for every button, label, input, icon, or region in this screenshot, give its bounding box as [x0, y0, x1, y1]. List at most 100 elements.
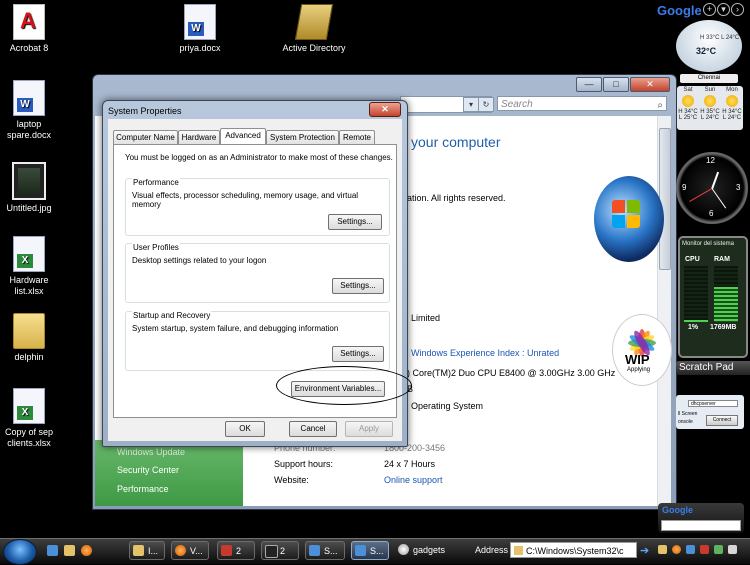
support-value-hours: 24 x 7 Hours: [384, 459, 436, 469]
sun-icon: [726, 95, 738, 107]
desktop-icon-sep-clients[interactable]: X Copy of sep clients.xlsx: [0, 388, 62, 449]
processor-value: ) Core(TM)2 Duo CPU E8400 @ 3.00GHz 3.00…: [407, 368, 616, 378]
highlight-circle: [276, 366, 412, 405]
chevron-down-icon[interactable]: ▾: [717, 3, 730, 16]
taskbar-button[interactable]: S...: [305, 541, 345, 560]
tab-system-protection[interactable]: System Protection: [266, 130, 339, 144]
user-profiles-group: User Profiles Desktop settings related t…: [125, 243, 390, 303]
admin-note: You must be logged on as an Administrato…: [125, 153, 393, 162]
performance-settings-button[interactable]: Settings...: [328, 214, 382, 230]
chevron-right-icon[interactable]: ›: [731, 3, 744, 16]
desktop-icon-delphin[interactable]: delphin: [0, 313, 62, 363]
desktop-icon-laptop-spare[interactable]: W laptop spare.docx: [0, 80, 62, 141]
desktop-icon-label: Untitled.jpg: [6, 203, 52, 213]
tab-remote[interactable]: Remote: [339, 130, 375, 144]
start-button[interactable]: [3, 539, 37, 565]
address-toolbar-input[interactable]: C:\Windows\System32\c: [510, 542, 637, 558]
desktop-icon-label: Active Directory: [282, 43, 346, 53]
taskbar-button[interactable]: V...: [171, 541, 209, 560]
remote-desktop-gadget[interactable]: dhcpserver ll Screen onsole Connect: [676, 395, 744, 429]
rdp-option-label: ll Screen: [678, 411, 698, 417]
dialog-close-button[interactable]: ✕: [369, 102, 401, 117]
windows-experience-index-link[interactable]: Windows Experience Index : Unrated: [411, 348, 559, 358]
refresh-icon[interactable]: ↻: [478, 97, 494, 112]
see-also-panel: Windows Update Security Center Performan…: [95, 440, 243, 506]
desktop-icon-hardware-list[interactable]: X Hardware list.xlsx: [0, 236, 62, 297]
tray-icon[interactable]: [728, 545, 737, 554]
folder-icon: [514, 546, 523, 555]
tray-icon[interactable]: [700, 545, 709, 554]
desktop-icon-acrobat[interactable]: A Acrobat 8: [0, 4, 62, 54]
user-profiles-settings-button[interactable]: Settings...: [332, 278, 384, 294]
tray-icon[interactable]: [686, 545, 695, 554]
minimize-button[interactable]: —: [576, 77, 602, 92]
group-description: System startup, system failure, and debu…: [132, 324, 339, 333]
google-search-input[interactable]: [661, 520, 741, 531]
weather-forecast: Sat H 34°C L 25°C Sun H 35°C L 24°C Mon H …: [677, 86, 743, 130]
dialog-title: System Properties: [108, 106, 182, 116]
tray-icon[interactable]: [714, 545, 723, 554]
image-file-icon: [12, 162, 46, 200]
startup-settings-button[interactable]: Settings...: [332, 346, 384, 362]
firefox-icon[interactable]: [81, 545, 92, 556]
scratch-pad-gadget[interactable]: Scratch Pad: [676, 361, 750, 375]
cancel-button[interactable]: Cancel: [289, 421, 337, 437]
performance-group: Performance Visual effects, processor sc…: [125, 178, 390, 236]
go-arrow-icon[interactable]: ➔: [640, 544, 649, 557]
tab-advanced[interactable]: Advanced: [220, 128, 266, 144]
windows-logo: [594, 176, 664, 262]
see-also-performance[interactable]: Performance: [117, 484, 169, 494]
group-label: Performance: [132, 178, 180, 187]
clock-gadget[interactable]: 12 3 6 9: [676, 152, 748, 224]
desktop-icon-untitled-jpg[interactable]: Untitled.jpg: [0, 162, 62, 214]
desktop-icon-active-directory[interactable]: Active Directory: [281, 4, 347, 54]
google-search-gadget: Google: [658, 503, 744, 533]
search-input[interactable]: Search ⌕: [497, 96, 667, 111]
ram-value: 1769MB: [710, 324, 737, 331]
tray-icon[interactable]: [658, 545, 667, 554]
forecast-day: Sat H 34°C L 25°C: [678, 87, 698, 121]
taskbar-button[interactable]: 2: [217, 541, 255, 560]
switch-windows-icon[interactable]: [64, 545, 75, 556]
desktop-icon-label: delphin: [14, 352, 44, 362]
see-also-security-center[interactable]: Security Center: [117, 465, 179, 475]
google-logo: Google: [662, 505, 693, 515]
system-type-value: Operating System: [411, 401, 484, 411]
see-also-windows-update[interactable]: Windows Update: [117, 447, 185, 457]
google-logo: Google: [657, 3, 702, 18]
weather-gadget[interactable]: H 33°C L 24°C 32°C: [676, 20, 742, 72]
admin-tool-icon: [294, 4, 334, 40]
monitor-title: Monitor del sistema: [682, 241, 735, 247]
maximize-button[interactable]: □: [603, 77, 629, 92]
system-monitor-gadget[interactable]: Monitor del sistema CPU RAM 1% 1769MB: [678, 236, 748, 358]
taskbar-button-active[interactable]: S...: [351, 541, 389, 560]
cpu-meter: [684, 266, 708, 322]
add-gadget-icon[interactable]: +: [703, 3, 716, 16]
tray-icon[interactable]: [672, 545, 681, 554]
show-desktop-icon[interactable]: [47, 545, 58, 556]
close-button[interactable]: ✕: [630, 77, 670, 92]
vertical-scrollbar[interactable]: [657, 116, 671, 506]
connect-button[interactable]: Connect: [706, 415, 738, 426]
taskbar-button[interactable]: I...: [129, 541, 165, 560]
support-label-website: Website:: [274, 475, 309, 485]
tab-hardware[interactable]: Hardware: [178, 130, 220, 144]
startup-recovery-group: Startup and Recovery System startup, sys…: [125, 311, 390, 371]
taskbar-button[interactable]: gadgets: [395, 541, 465, 560]
taskbar-button[interactable]: 2: [261, 541, 299, 560]
server-field[interactable]: dhcpserver: [688, 400, 738, 407]
online-support-link[interactable]: Online support: [384, 475, 443, 485]
forecast-day: Mon H 34°C L 24°C: [722, 87, 742, 121]
cpu-value: 1%: [688, 324, 699, 331]
cpu-label: CPU: [685, 256, 700, 263]
ram-label: RAM: [714, 256, 730, 263]
group-description: Desktop settings related to your logon: [132, 256, 267, 265]
oem-logo-text: WIP: [625, 352, 650, 367]
desktop-icon-priya[interactable]: W priya.docx: [167, 4, 233, 54]
group-label: User Profiles: [132, 243, 180, 252]
tab-computer-name[interactable]: Computer Name: [113, 130, 178, 144]
support-label-hours: Support hours:: [274, 459, 334, 469]
ok-button[interactable]: OK: [225, 421, 265, 437]
apply-button[interactable]: Apply: [345, 421, 393, 437]
dropdown-arrow-icon[interactable]: ▾: [463, 97, 479, 112]
